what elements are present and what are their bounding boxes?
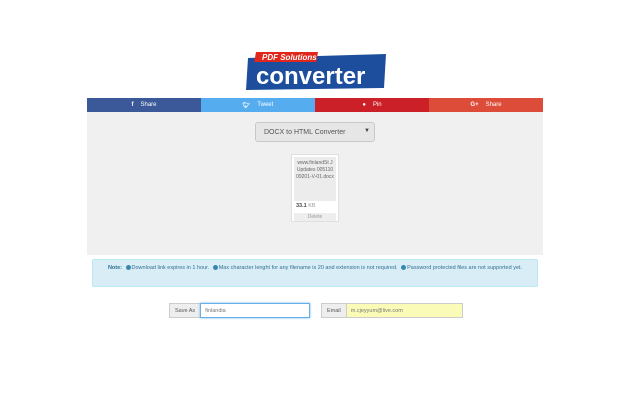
twitter-tweet-button[interactable]: 🐦︎ Tweet: [201, 98, 315, 112]
file-size: 33.1 KB: [296, 203, 316, 209]
bullet-icon: [212, 265, 218, 270]
uploaded-file-card: www.finlandSt JUpdates 00511009201-V-01.…: [291, 154, 339, 222]
pinterest-icon: ●: [362, 102, 366, 108]
social-share-bar: f Share 🐦︎ Tweet ● Pin G+ Share: [87, 98, 543, 112]
twitter-icon: 🐦︎: [242, 102, 251, 109]
file-name: www.finlandSt JUpdates 00511009201-V-01.…: [294, 157, 336, 201]
delete-file-button[interactable]: Delete: [294, 213, 336, 221]
pinterest-pin-button[interactable]: ● Pin: [315, 98, 429, 112]
logo-text: converter: [256, 63, 365, 90]
email-input[interactable]: m.cjeyyum@live.com: [345, 303, 463, 318]
pinterest-pin-label: Pin: [372, 102, 382, 108]
logo-tag: PDF Solutions: [262, 53, 317, 62]
email-label: Email: [321, 303, 346, 318]
converter-logo[interactable]: PDF Solutions converter: [246, 52, 388, 92]
converter-panel: DOCX to HTML Converter ▼ www.finlandSt J…: [87, 112, 543, 255]
notice-box: Note: Download link expires in 1 hour. M…: [92, 259, 538, 287]
chevron-down-icon: ▼: [364, 128, 370, 134]
googleplus-share-label: Share: [485, 102, 502, 108]
file-size-value: 33.1: [296, 203, 307, 209]
converter-type-select[interactable]: DOCX to HTML Converter ▼: [255, 122, 375, 142]
googleplus-share-button[interactable]: G+ Share: [429, 98, 543, 112]
converter-type-value: DOCX to HTML Converter: [264, 128, 346, 136]
file-size-unit: KB: [308, 203, 316, 209]
save-as-input[interactable]: finlandia: [200, 303, 311, 318]
notice-item: Password protected files are not support…: [407, 265, 523, 271]
twitter-tweet-label: Tweet: [257, 102, 274, 108]
notice-item: Download link expires in 1 hour.: [131, 265, 210, 271]
facebook-icon: f: [131, 102, 134, 108]
save-as-field: Save As finlandia: [169, 303, 311, 318]
facebook-share-button[interactable]: f Share: [87, 98, 201, 112]
save-as-label: Save As: [169, 303, 201, 318]
email-field: Email m.cjeyyum@live.com: [321, 303, 463, 318]
googleplus-icon: G+: [470, 102, 479, 108]
notice-title: Note:: [107, 265, 122, 271]
bullet-icon: [401, 265, 407, 270]
notice-item: Max character lenght for any filename is…: [218, 265, 398, 271]
bullet-icon: [125, 265, 131, 270]
facebook-share-label: Share: [140, 102, 157, 108]
